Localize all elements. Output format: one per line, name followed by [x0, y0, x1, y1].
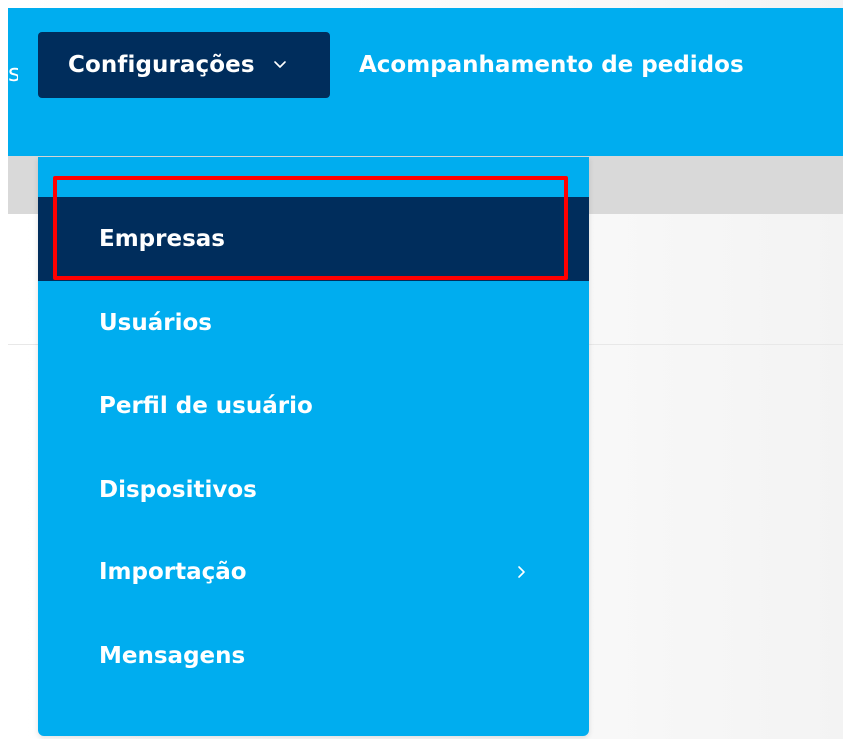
nav-item-fragment[interactable]: s	[8, 63, 18, 83]
menu-item-label: Empresas	[99, 226, 225, 252]
configuracoes-label: Configurações	[68, 52, 255, 78]
menu-item-label: Usuários	[99, 310, 212, 336]
menu-item-perfil-de-usuario[interactable]: Perfil de usuário	[38, 364, 589, 448]
configuracoes-menu-button[interactable]: Configurações	[38, 32, 330, 98]
menu-item-label: Mensagens	[99, 643, 246, 669]
menu-item-importacao[interactable]: Importação	[38, 530, 589, 614]
configuracoes-dropdown-menu: Empresas Usuários Perfil de usuário Disp…	[38, 157, 589, 736]
acompanhamento-de-pedidos-link[interactable]: Acompanhamento de pedidos	[359, 50, 744, 80]
chevron-right-svg	[518, 566, 525, 578]
menu-item-label: Importação	[99, 559, 247, 585]
top-navigation-bar: s Configurações Acompanhamento de pedido…	[8, 8, 843, 156]
menu-item-label: Perfil de usuário	[99, 393, 313, 419]
chevron-down-svg	[273, 61, 286, 68]
menu-item-empresas[interactable]: Empresas	[38, 197, 589, 281]
chevron-right-icon	[515, 565, 527, 579]
menu-item-dispositivos[interactable]: Dispositivos	[38, 448, 589, 532]
menu-item-mensagens[interactable]: Mensagens	[38, 614, 589, 698]
menu-item-label: Dispositivos	[99, 477, 257, 503]
menu-item-usuarios[interactable]: Usuários	[38, 281, 589, 365]
chevron-down-icon	[273, 58, 287, 72]
